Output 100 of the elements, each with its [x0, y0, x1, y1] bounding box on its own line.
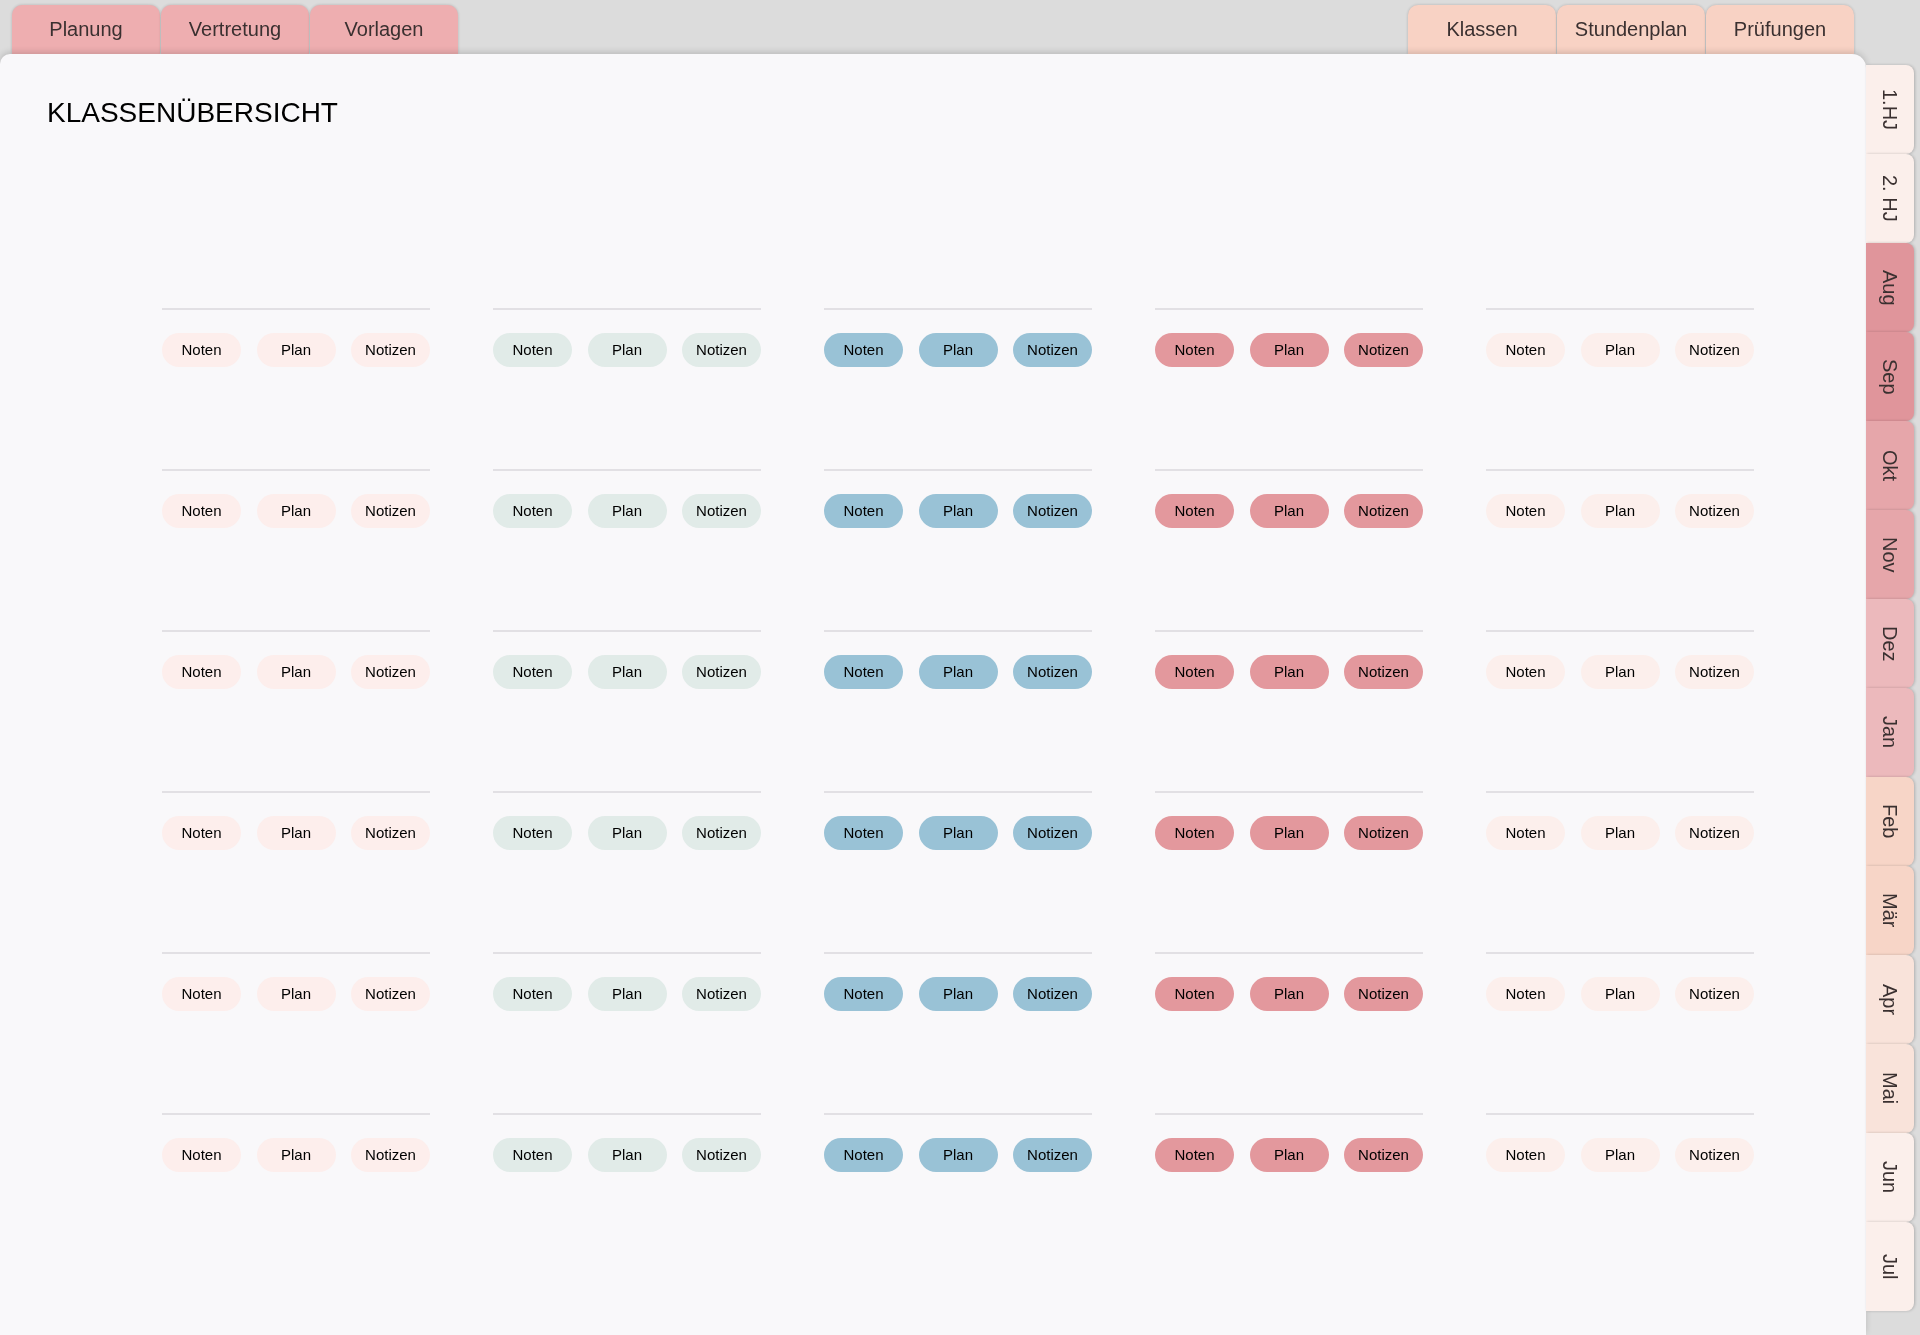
- pill-button[interactable]: Plan: [1249, 1138, 1329, 1172]
- pill-button[interactable]: Noten: [824, 816, 903, 850]
- pill-button[interactable]: Notizen: [1013, 494, 1092, 528]
- pill-button[interactable]: Plan: [587, 977, 667, 1011]
- pill-button[interactable]: Notizen: [1013, 1138, 1092, 1172]
- side-tab[interactable]: Feb: [1866, 777, 1914, 866]
- pill-button[interactable]: Plan: [918, 333, 998, 367]
- pill-button[interactable]: Notizen: [1344, 655, 1423, 689]
- pill-button[interactable]: Noten: [1486, 333, 1565, 367]
- pill-button[interactable]: Plan: [918, 977, 998, 1011]
- pill-button[interactable]: Plan: [918, 816, 998, 850]
- side-tab[interactable]: Aug: [1866, 243, 1914, 332]
- side-tab[interactable]: Mai: [1866, 1044, 1914, 1133]
- pill-button[interactable]: Plan: [256, 816, 336, 850]
- pill-button[interactable]: Plan: [1249, 977, 1329, 1011]
- top-tab[interactable]: Planung: [12, 5, 160, 54]
- pill-button[interactable]: Plan: [587, 1138, 667, 1172]
- pill-button[interactable]: Plan: [918, 494, 998, 528]
- pill-button[interactable]: Noten: [493, 977, 572, 1011]
- pill-button[interactable]: Notizen: [1013, 816, 1092, 850]
- pill-button[interactable]: Plan: [1580, 816, 1660, 850]
- top-tab[interactable]: Vertretung: [161, 5, 309, 54]
- pill-button[interactable]: Noten: [162, 1138, 241, 1172]
- pill-button[interactable]: Notizen: [1013, 333, 1092, 367]
- pill-button[interactable]: Noten: [1486, 655, 1565, 689]
- pill-button[interactable]: Plan: [256, 333, 336, 367]
- top-tab[interactable]: Stundenplan: [1557, 5, 1705, 54]
- pill-button[interactable]: Plan: [587, 655, 667, 689]
- pill-button[interactable]: Plan: [1249, 494, 1329, 528]
- pill-button[interactable]: Notizen: [1675, 494, 1754, 528]
- pill-button[interactable]: Noten: [493, 816, 572, 850]
- pill-button[interactable]: Noten: [1155, 977, 1234, 1011]
- pill-button[interactable]: Notizen: [351, 494, 430, 528]
- pill-button[interactable]: Plan: [1249, 655, 1329, 689]
- pill-button[interactable]: Noten: [162, 333, 241, 367]
- pill-button[interactable]: Notizen: [1675, 655, 1754, 689]
- pill-button[interactable]: Noten: [824, 977, 903, 1011]
- pill-button[interactable]: Notizen: [351, 655, 430, 689]
- pill-button[interactable]: Notizen: [1013, 655, 1092, 689]
- pill-button[interactable]: Noten: [493, 333, 572, 367]
- pill-button[interactable]: Noten: [162, 494, 241, 528]
- pill-button[interactable]: Noten: [824, 333, 903, 367]
- pill-button[interactable]: Plan: [256, 977, 336, 1011]
- pill-button[interactable]: Notizen: [1344, 333, 1423, 367]
- pill-button[interactable]: Notizen: [1675, 977, 1754, 1011]
- pill-button[interactable]: Noten: [1486, 494, 1565, 528]
- pill-button[interactable]: Plan: [918, 655, 998, 689]
- pill-button[interactable]: Plan: [1249, 333, 1329, 367]
- pill-button[interactable]: Noten: [824, 655, 903, 689]
- side-tab[interactable]: Nov: [1866, 510, 1914, 599]
- side-tab[interactable]: 2. HJ: [1866, 154, 1914, 243]
- pill-button[interactable]: Noten: [162, 977, 241, 1011]
- pill-button[interactable]: Noten: [824, 494, 903, 528]
- pill-button[interactable]: Notizen: [351, 333, 430, 367]
- pill-button[interactable]: Notizen: [1344, 816, 1423, 850]
- pill-button[interactable]: Plan: [587, 494, 667, 528]
- pill-button[interactable]: Notizen: [682, 494, 761, 528]
- pill-button[interactable]: Notizen: [1344, 977, 1423, 1011]
- pill-button[interactable]: Noten: [1155, 494, 1234, 528]
- pill-button[interactable]: Notizen: [682, 333, 761, 367]
- top-tab[interactable]: Klassen: [1408, 5, 1556, 54]
- pill-button[interactable]: Noten: [493, 655, 572, 689]
- pill-button[interactable]: Notizen: [1675, 333, 1754, 367]
- pill-button[interactable]: Noten: [1486, 1138, 1565, 1172]
- pill-button[interactable]: Plan: [918, 1138, 998, 1172]
- pill-button[interactable]: Plan: [1580, 1138, 1660, 1172]
- pill-button[interactable]: Noten: [824, 1138, 903, 1172]
- side-tab[interactable]: 1.HJ: [1866, 65, 1914, 154]
- pill-button[interactable]: Notizen: [682, 977, 761, 1011]
- pill-button[interactable]: Plan: [1580, 655, 1660, 689]
- pill-button[interactable]: Notizen: [351, 977, 430, 1011]
- pill-button[interactable]: Plan: [587, 333, 667, 367]
- pill-button[interactable]: Notizen: [682, 655, 761, 689]
- pill-button[interactable]: Notizen: [1675, 1138, 1754, 1172]
- side-tab[interactable]: Jan: [1866, 688, 1914, 777]
- pill-button[interactable]: Plan: [587, 816, 667, 850]
- top-tab[interactable]: Prüfungen: [1706, 5, 1854, 54]
- side-tab[interactable]: Sep: [1866, 332, 1914, 421]
- pill-button[interactable]: Noten: [162, 655, 241, 689]
- pill-button[interactable]: Plan: [256, 494, 336, 528]
- pill-button[interactable]: Plan: [1249, 816, 1329, 850]
- pill-button[interactable]: Noten: [1155, 816, 1234, 850]
- pill-button[interactable]: Notizen: [1344, 494, 1423, 528]
- pill-button[interactable]: Noten: [1486, 977, 1565, 1011]
- pill-button[interactable]: Notizen: [1675, 816, 1754, 850]
- pill-button[interactable]: Notizen: [682, 1138, 761, 1172]
- pill-button[interactable]: Plan: [1580, 977, 1660, 1011]
- pill-button[interactable]: Notizen: [351, 1138, 430, 1172]
- side-tab[interactable]: Jun: [1866, 1133, 1914, 1222]
- pill-button[interactable]: Plan: [256, 1138, 336, 1172]
- pill-button[interactable]: Notizen: [1013, 977, 1092, 1011]
- pill-button[interactable]: Noten: [162, 816, 241, 850]
- top-tab[interactable]: Vorlagen: [310, 5, 458, 54]
- pill-button[interactable]: Notizen: [351, 816, 430, 850]
- pill-button[interactable]: Noten: [1486, 816, 1565, 850]
- pill-button[interactable]: Noten: [493, 494, 572, 528]
- pill-button[interactable]: Notizen: [1344, 1138, 1423, 1172]
- side-tab[interactable]: Okt: [1866, 421, 1914, 510]
- pill-button[interactable]: Notizen: [682, 816, 761, 850]
- side-tab[interactable]: Dez: [1866, 599, 1914, 688]
